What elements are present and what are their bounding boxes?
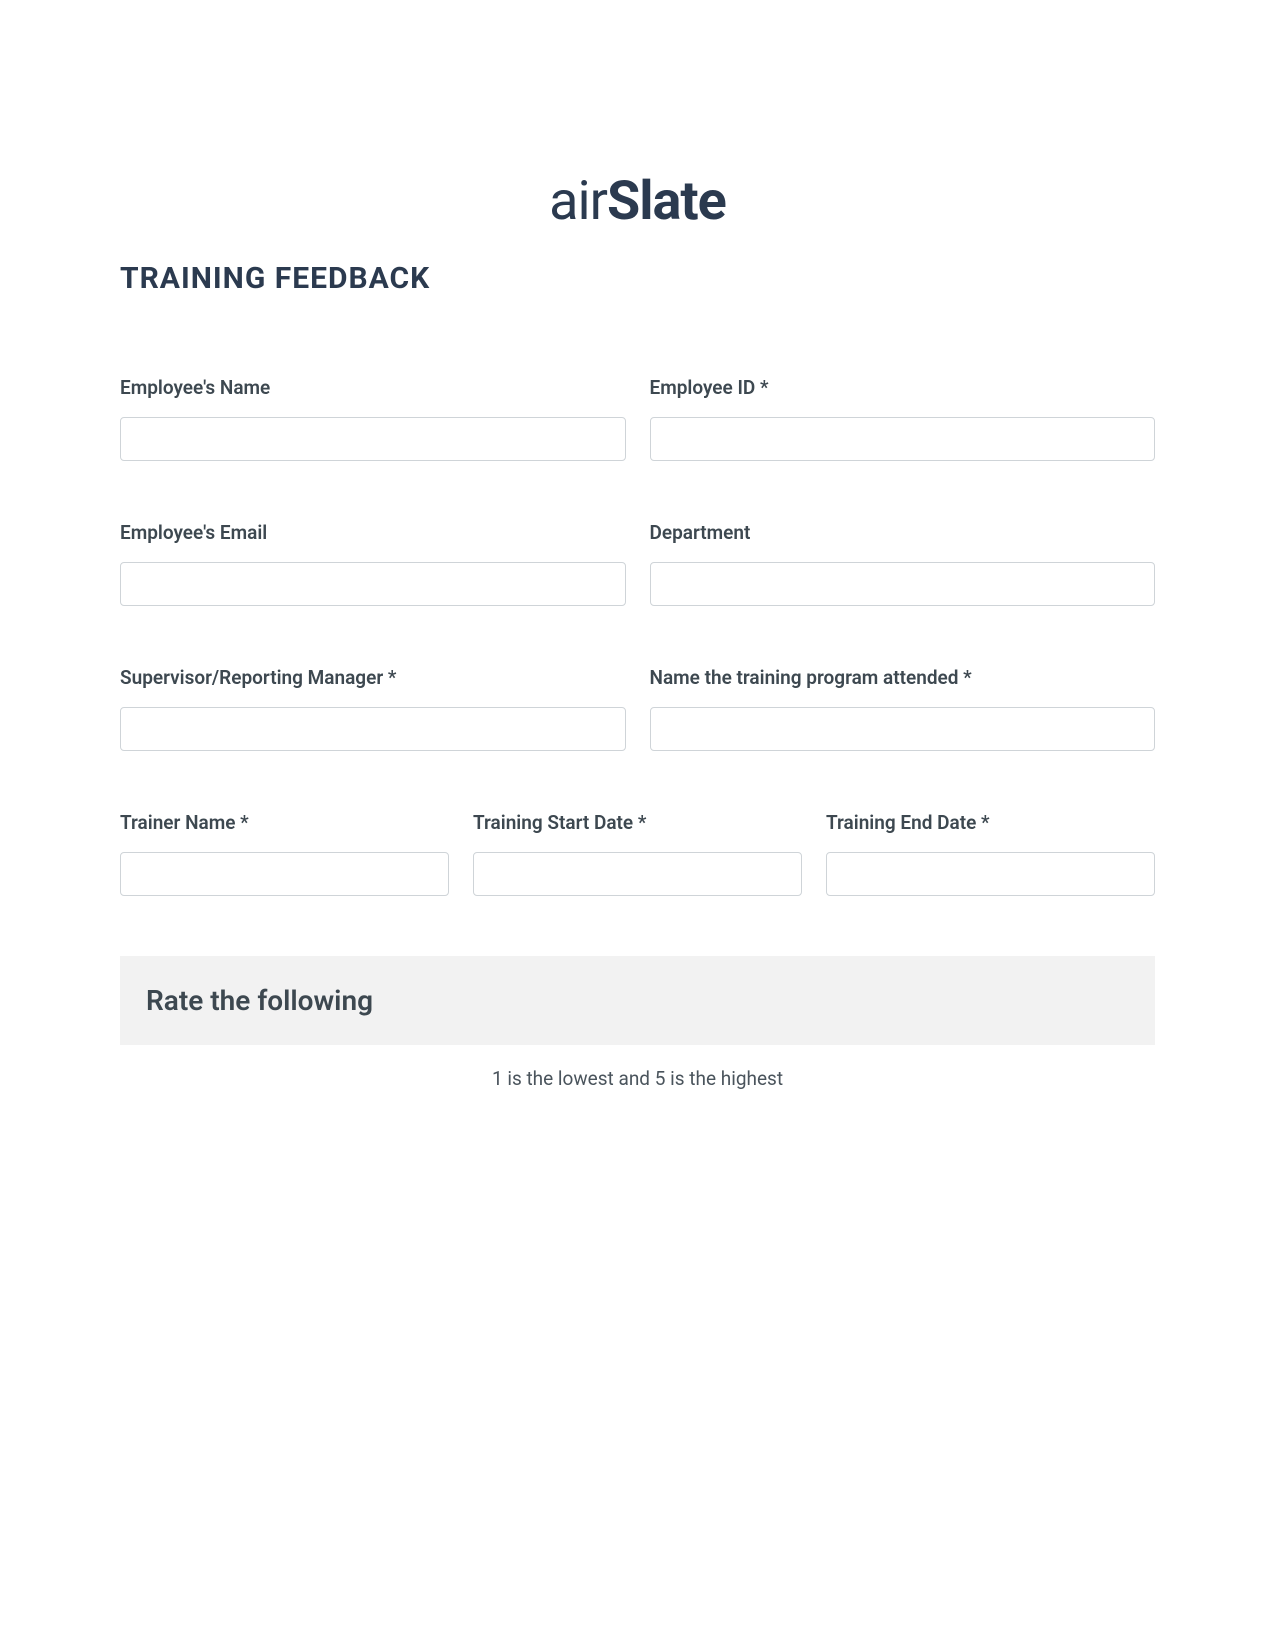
brand-suffix: Slate	[607, 170, 726, 233]
label-employee-email: Employee's Email	[120, 521, 626, 544]
label-training-end: Training End Date *	[826, 811, 1155, 834]
brand-logo: airSlate	[549, 170, 726, 233]
page-title: TRAINING FEEDBACK	[120, 261, 1155, 296]
input-training-end[interactable]	[826, 852, 1155, 896]
field-employee-name: Employee's Name	[120, 376, 626, 461]
input-employee-email[interactable]	[120, 562, 626, 606]
rating-section-subtitle: 1 is the lowest and 5 is the highest	[120, 1067, 1155, 1090]
brand-prefix: air	[549, 170, 607, 233]
input-trainer-name[interactable]	[120, 852, 449, 896]
field-trainer-name: Trainer Name *	[120, 811, 449, 896]
row-1: Employee's Name Employee ID *	[120, 376, 1155, 461]
logo-container: airSlate	[120, 0, 1155, 253]
field-training-start: Training Start Date *	[473, 811, 802, 896]
label-training-program: Name the training program attended *	[650, 666, 1156, 689]
row-2: Employee's Email Department	[120, 521, 1155, 606]
label-employee-name: Employee's Name	[120, 376, 626, 399]
label-employee-id: Employee ID *	[650, 376, 1156, 399]
label-supervisor: Supervisor/Reporting Manager *	[120, 666, 626, 689]
field-employee-email: Employee's Email	[120, 521, 626, 606]
field-employee-id: Employee ID *	[650, 376, 1156, 461]
label-trainer-name: Trainer Name *	[120, 811, 449, 834]
input-employee-name[interactable]	[120, 417, 626, 461]
input-training-start[interactable]	[473, 852, 802, 896]
input-supervisor[interactable]	[120, 707, 626, 751]
field-department: Department	[650, 521, 1156, 606]
rating-section-title: Rate the following	[146, 984, 1129, 1017]
label-department: Department	[650, 521, 1156, 544]
input-employee-id[interactable]	[650, 417, 1156, 461]
input-department[interactable]	[650, 562, 1156, 606]
field-training-program: Name the training program attended *	[650, 666, 1156, 751]
rating-section-header: Rate the following	[120, 956, 1155, 1045]
form-page: airSlate TRAINING FEEDBACK Employee's Na…	[0, 0, 1275, 1090]
row-4: Trainer Name * Training Start Date * Tra…	[120, 811, 1155, 896]
row-3: Supervisor/Reporting Manager * Name the …	[120, 666, 1155, 751]
input-training-program[interactable]	[650, 707, 1156, 751]
field-training-end: Training End Date *	[826, 811, 1155, 896]
label-training-start: Training Start Date *	[473, 811, 802, 834]
field-supervisor: Supervisor/Reporting Manager *	[120, 666, 626, 751]
